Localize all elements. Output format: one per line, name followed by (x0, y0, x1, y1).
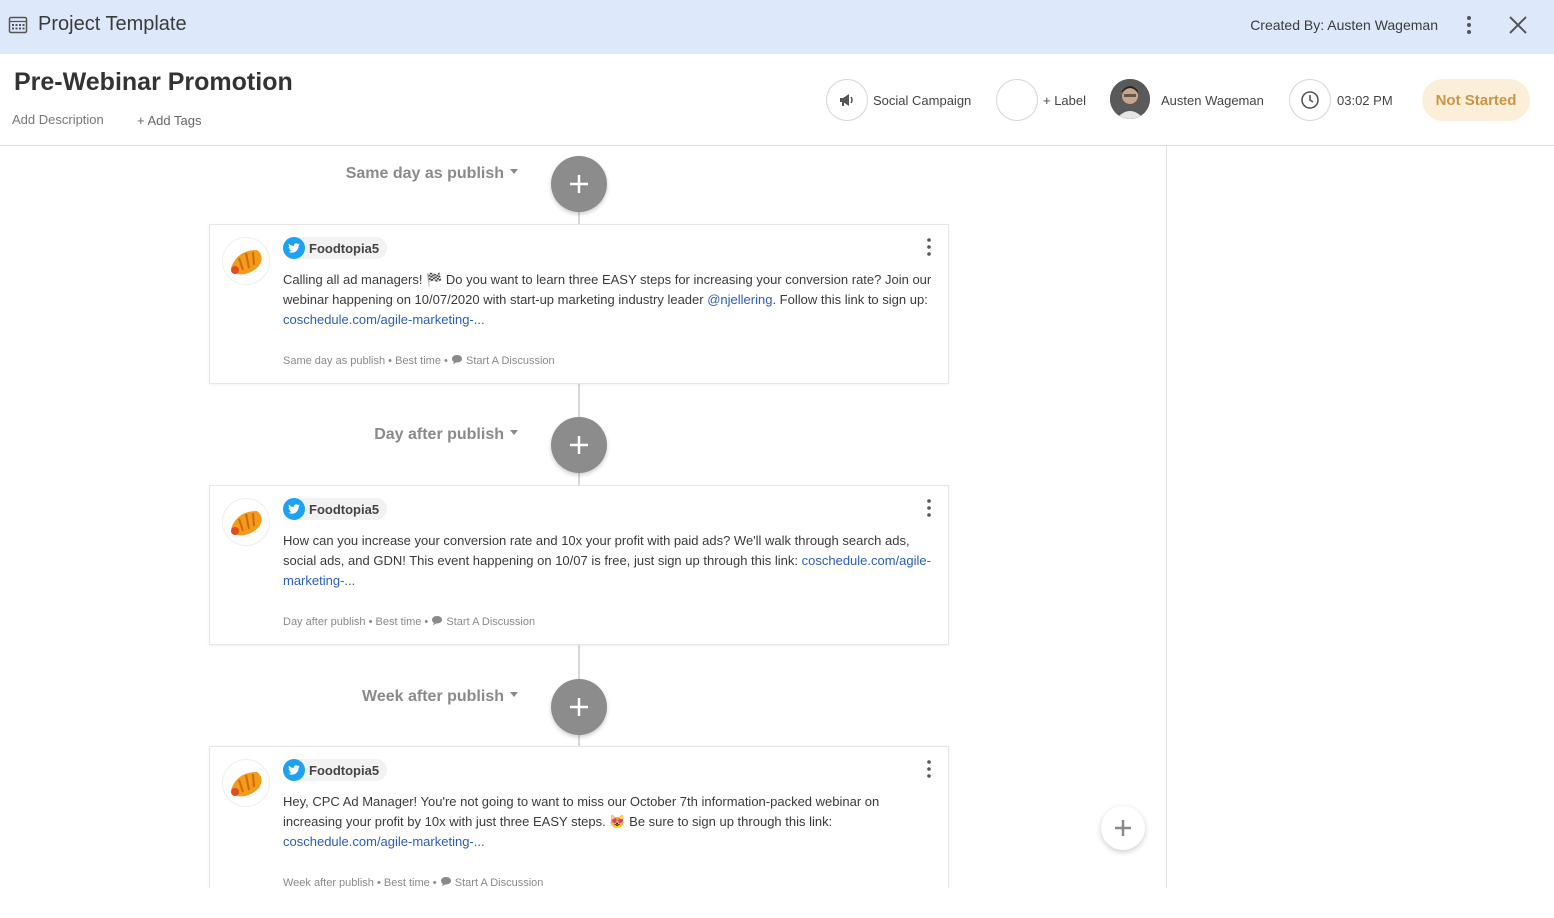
social-post-card[interactable]: Foodtopia5 Calling all ad managers! 🏁 Do… (209, 224, 949, 384)
twitter-icon (283, 498, 305, 520)
caret-down-icon (510, 169, 518, 175)
discussion-label: Start A Discussion (465, 355, 555, 367)
add-label-link[interactable]: + Label (1043, 93, 1086, 108)
more-options-icon[interactable] (922, 498, 936, 518)
plus-icon (570, 436, 588, 454)
social-post-card[interactable]: Foodtopia5 Hey, CPC Ad Manager! You're n… (209, 746, 949, 888)
footer-best-time: Best time (395, 355, 441, 367)
croissant-logo-icon (231, 250, 262, 275)
account-logo (222, 237, 270, 285)
account-chip: Foodtopia5 (283, 237, 388, 259)
caret-down-icon (510, 430, 518, 436)
time-value: 03:02 PM (1337, 93, 1393, 108)
discussion-label: Start A Discussion (446, 616, 536, 628)
speech-bubble-icon (451, 355, 462, 365)
post-footer: Week after publish • Best time • Start A… (283, 877, 544, 888)
start-discussion-link[interactable]: Start A Discussion (451, 355, 555, 367)
window-title: Project Template (38, 13, 187, 35)
template-icon (8, 16, 28, 34)
speech-bubble-icon (432, 616, 443, 626)
account-chip: Foodtopia5 (283, 759, 388, 781)
social-post-card[interactable]: Foodtopia5 How can you increase your con… (209, 485, 949, 645)
step-timing-dropdown[interactable]: Week after publish (258, 688, 518, 706)
footer-timing: Week after publish (283, 877, 374, 888)
more-options-icon[interactable] (1459, 13, 1479, 37)
plus-icon (570, 175, 588, 193)
campaign-type-label: Social Campaign (873, 93, 972, 108)
add-description-link[interactable]: Add Description (12, 112, 104, 127)
step-timing-dropdown[interactable]: Day after publish (258, 426, 518, 444)
footer-timing: Same day as publish (283, 355, 386, 367)
more-options-icon[interactable] (922, 237, 936, 257)
croissant-logo-icon (231, 772, 262, 797)
step-timing-label: Day after publish (374, 426, 504, 443)
post-text: Calling all ad managers! 🏁 Do you want t… (283, 270, 937, 330)
created-by-text: Created By: Austen Wageman (1250, 17, 1438, 33)
account-logo (222, 498, 270, 546)
footer-best-time: Best time (383, 877, 430, 888)
clock-icon (1301, 91, 1319, 109)
post-link[interactable]: coschedule.com/agile-marketing-... (283, 312, 485, 327)
post-text-part: Hey, CPC Ad Manager! You're not going to… (283, 794, 880, 829)
close-icon[interactable] (1506, 13, 1530, 37)
step-timing-label: Same day as publish (345, 165, 504, 182)
page-title[interactable]: Pre-Webinar Promotion (14, 68, 293, 97)
timeline-area: Same day as publish Foodtopia5 Calling a… (0, 146, 1167, 888)
project-header: Pre-Webinar Promotion Add Description + … (0, 54, 1554, 146)
timeline-connector (578, 382, 580, 422)
add-tags-link[interactable]: + Add Tags (137, 113, 201, 128)
label-color-button[interactable] (996, 79, 1038, 121)
post-link[interactable]: coschedule.com/agile-marketing-... (283, 834, 485, 849)
user-photo-icon (1110, 79, 1150, 119)
discussion-label: Start A Discussion (454, 877, 544, 888)
post-text-part: . Follow this link to sign up: (772, 292, 928, 307)
twitter-icon (283, 237, 305, 259)
post-text: Hey, CPC Ad Manager! You're not going to… (283, 792, 937, 852)
step-timing-label: Week after publish (362, 688, 504, 705)
account-chip: Foodtopia5 (283, 498, 388, 520)
post-footer: Day after publish • Best time • Start A … (283, 616, 536, 628)
avatar[interactable] (1110, 79, 1150, 119)
mention-link[interactable]: @njellering (707, 292, 772, 307)
add-step-button[interactable] (551, 156, 607, 212)
account-name: Foodtopia5 (309, 501, 380, 517)
plus-icon (570, 698, 588, 716)
more-options-icon[interactable] (922, 759, 936, 779)
owner-name: Austen Wageman (1161, 93, 1264, 108)
account-name: Foodtopia5 (309, 762, 380, 778)
account-name: Foodtopia5 (309, 240, 380, 256)
post-text: How can you increase your conversion rat… (283, 531, 937, 591)
croissant-logo-icon (231, 511, 262, 536)
footer-timing: Day after publish (283, 616, 366, 628)
status-badge[interactable]: Not Started (1422, 79, 1530, 121)
step-timing-dropdown[interactable]: Same day as publish (258, 165, 518, 183)
timeline-connector (578, 644, 580, 684)
account-logo (222, 759, 270, 807)
speech-bubble-icon (440, 877, 451, 887)
campaign-type-button[interactable] (826, 79, 868, 121)
floating-add-button[interactable] (1101, 806, 1145, 850)
post-footer: Same day as publish • Best time • Start … (283, 355, 555, 367)
add-step-button[interactable] (551, 679, 607, 735)
twitter-icon (283, 759, 305, 781)
caret-down-icon (510, 692, 518, 698)
time-button[interactable] (1289, 79, 1331, 121)
top-bar: Project Template Created By: Austen Wage… (0, 0, 1554, 54)
start-discussion-link[interactable]: Start A Discussion (440, 877, 544, 888)
megaphone-icon (840, 94, 853, 106)
add-step-button[interactable] (551, 417, 607, 473)
plus-icon (1115, 820, 1131, 836)
start-discussion-link[interactable]: Start A Discussion (431, 616, 535, 628)
footer-best-time: Best time (375, 616, 422, 628)
